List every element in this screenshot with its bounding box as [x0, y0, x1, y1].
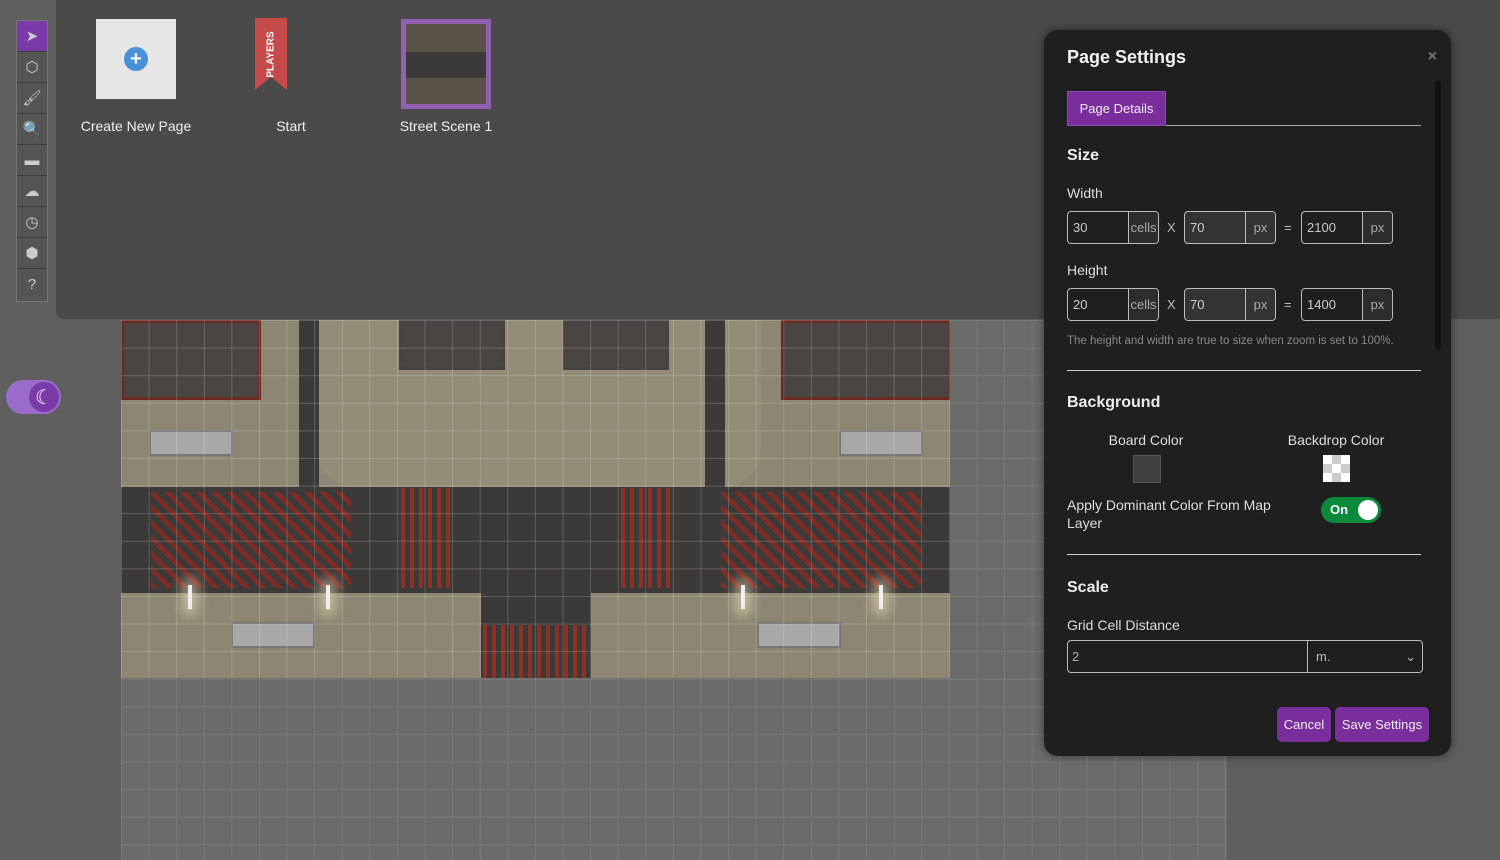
- create-new-page-button[interactable]: +: [96, 19, 176, 99]
- board-color-label: Board Color: [1108, 432, 1184, 448]
- equals-sign: =: [1284, 297, 1292, 312]
- chevron-down-icon: ⌄: [1405, 648, 1416, 664]
- d20-icon[interactable]: ⬢: [17, 238, 47, 269]
- size-heading: Size: [1067, 147, 1100, 164]
- background-heading: Background: [1067, 394, 1161, 411]
- moon-icon: ☾: [29, 382, 59, 412]
- height-label: Height: [1067, 262, 1108, 278]
- page-thumb-street-scene[interactable]: [401, 19, 491, 109]
- magnifier-icon[interactable]: 🔍: [17, 114, 47, 145]
- equals-sign: =: [1284, 220, 1292, 235]
- height-px-input[interactable]: 1400 px: [1301, 288, 1393, 321]
- clock-icon[interactable]: ◷: [17, 207, 47, 238]
- cancel-button[interactable]: Cancel: [1277, 707, 1331, 742]
- height-cell-px-input: 70 px: [1184, 288, 1276, 321]
- question-icon[interactable]: ?: [17, 269, 47, 300]
- dominant-color-label: Apply Dominant Color From Map Layer: [1067, 497, 1271, 531]
- times-sign: X: [1167, 220, 1176, 235]
- width-cells-input[interactable]: 30 cells: [1067, 211, 1159, 244]
- size-hint: The height and width are true to size wh…: [1067, 335, 1394, 347]
- backdrop-color-label: Backdrop Color: [1287, 432, 1385, 448]
- width-px-input[interactable]: 2100 px: [1301, 211, 1393, 244]
- grid-distance-input[interactable]: 2: [1068, 641, 1307, 672]
- times-sign: X: [1167, 297, 1176, 312]
- backdrop-color-swatch[interactable]: [1323, 455, 1350, 482]
- cube-icon[interactable]: ⬡: [17, 52, 47, 83]
- dominant-color-toggle[interactable]: On: [1321, 497, 1381, 523]
- create-new-page-label[interactable]: Create New Page: [81, 118, 192, 134]
- height-cells-input[interactable]: 20 cells: [1067, 288, 1159, 321]
- page-street-scene-label[interactable]: Street Scene 1: [400, 118, 493, 134]
- width-label: Width: [1067, 185, 1103, 201]
- cursor-icon[interactable]: ➤: [17, 21, 47, 52]
- scrollbar[interactable]: [1435, 80, 1441, 350]
- grid-distance-label: Grid Cell Distance: [1067, 617, 1180, 633]
- tab-page-details[interactable]: Page Details: [1067, 91, 1166, 126]
- tool-sidebar: ➤ ⬡ 🖌 🔍 ▬ ☁ ◷ ⬢ ?: [16, 20, 48, 302]
- plus-icon: +: [124, 47, 148, 71]
- ruler-icon[interactable]: ▬: [17, 145, 47, 176]
- cloud-icon[interactable]: ☁: [17, 176, 47, 207]
- map-street-scene[interactable]: [121, 320, 950, 678]
- dark-mode-toggle[interactable]: ☾: [6, 380, 61, 414]
- save-settings-button[interactable]: Save Settings: [1335, 707, 1429, 742]
- brush-icon[interactable]: 🖌: [17, 83, 47, 114]
- grid-unit-select[interactable]: m. ⌄: [1307, 641, 1422, 672]
- close-icon[interactable]: ×: [1428, 48, 1437, 66]
- width-cell-px-input: 70 px: [1184, 211, 1276, 244]
- page-start-label[interactable]: Start: [276, 118, 306, 134]
- board-color-swatch[interactable]: [1133, 455, 1161, 483]
- page-settings-dialog: Page Settings × Page Details Size Width …: [1044, 30, 1451, 756]
- scale-heading: Scale: [1067, 579, 1109, 596]
- dialog-title: Page Settings: [1067, 47, 1187, 67]
